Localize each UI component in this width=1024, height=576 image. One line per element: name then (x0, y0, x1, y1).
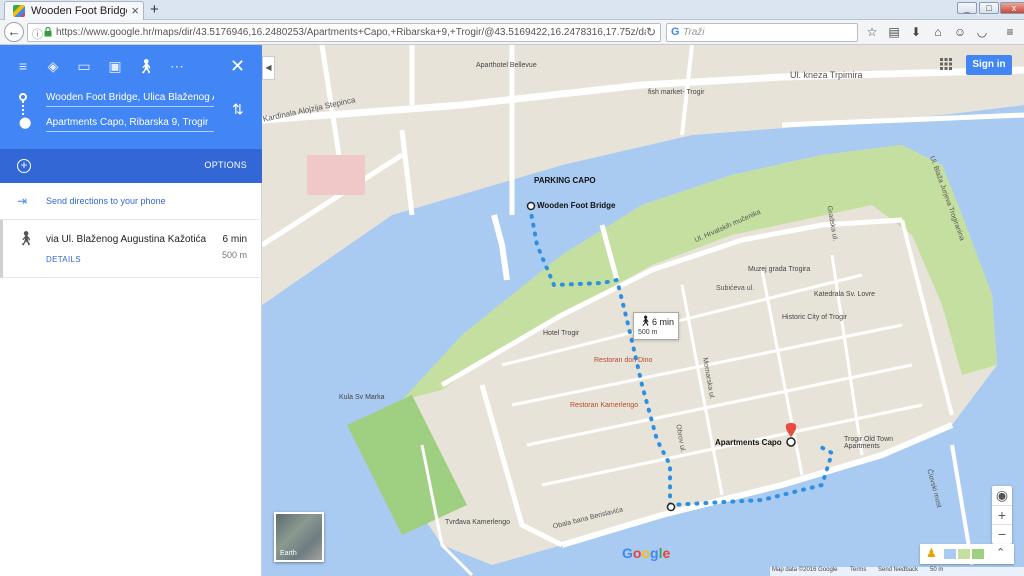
maximize-button[interactable]: □ (979, 2, 999, 14)
browser-tab[interactable]: Wooden Foot Bridge, Ulica... × (4, 1, 144, 20)
scale-label[interactable]: 50 m (930, 567, 943, 573)
info-icon[interactable]: ⓘ (32, 26, 43, 42)
walking-icon[interactable]: 🚶︎ (137, 57, 155, 75)
kula-label[interactable]: Kula Sv Marka (339, 394, 385, 401)
url-bar[interactable]: ⓘ https://www.google.hr/maps/dir/43.5176… (27, 23, 661, 42)
ul-kneza-label: Ul. kneza Trpimira (790, 70, 863, 80)
origin-circle-icon (19, 93, 27, 101)
route-time: 6 min (222, 234, 247, 245)
hamburger-menu-icon[interactable]: ≡ (14, 57, 32, 75)
hotel-trogir-label[interactable]: Hotel Trogir (543, 330, 579, 337)
popup-walking-icon: 🚶︎ (639, 316, 652, 327)
zoom-out-button[interactable]: − (992, 524, 1012, 542)
aparthotel-label[interactable]: Aparthotel Bellevue (476, 62, 537, 69)
subiceva-label: Subićeva ul. (716, 285, 755, 292)
search-engine-icon[interactable]: G (671, 26, 680, 38)
more-modes-icon[interactable]: ⋯ (168, 57, 186, 75)
katedrala-label[interactable]: Katedrala Sv. Lovre (814, 291, 875, 298)
origin-input[interactable]: Wooden Foot Bridge, Ulica Blaženog Au... (46, 92, 214, 107)
destination-pin-icon: ⬤ (19, 117, 32, 129)
restoran-kamerlengo-label[interactable]: Restoran Kamerlengo (570, 402, 638, 409)
expand-icon[interactable]: ⌃ (996, 546, 1005, 559)
zoom-controls: ◉ + − (992, 486, 1012, 544)
apartments-capo-label[interactable]: Apartments Capo (715, 438, 782, 447)
menu-icon[interactable]: ≡ (1002, 24, 1018, 40)
map-data-text: Map data ©2016 Google (772, 567, 838, 573)
send-to-phone-icon: ⇥ (17, 194, 28, 208)
send-to-phone-link[interactable]: Send directions to your phone (46, 196, 166, 206)
destination-input[interactable]: Apartments Capo, Ribarska 9, Trogir (46, 117, 214, 132)
muzej-label[interactable]: Muzej grada Trogira (748, 266, 810, 273)
sign-in-button[interactable]: Sign in (966, 55, 1012, 75)
options-button[interactable]: OPTIONS (204, 160, 247, 170)
route-distance: 500 m (221, 250, 247, 260)
zoom-in-button[interactable]: + (992, 505, 1012, 523)
options-bar: + OPTIONS (0, 149, 262, 183)
satellite-thumb-icon[interactable] (972, 549, 984, 559)
historic-city-label[interactable]: Historic City of Trogir (782, 314, 847, 321)
reload-icon[interactable]: ↻ (646, 25, 656, 39)
map-footer: Map data ©2016 Google Terms Send feedbac… (770, 567, 1024, 576)
fish-market-label[interactable]: fish market- Trogir (648, 89, 704, 96)
route-dots-icon (22, 101, 24, 115)
details-link[interactable]: DETAILS (46, 255, 81, 264)
map-canvas[interactable]: fish market- Trogir Aparthotel Bellevue … (262, 45, 1024, 576)
popup-time: 6 min (652, 317, 675, 327)
close-directions-icon[interactable]: ✕ (230, 56, 245, 77)
home-icon[interactable]: ⌂ (930, 24, 946, 40)
navigation-toolbar: ← ⓘ https://www.google.hr/maps/dir/43.51… (0, 20, 1024, 45)
apps-grid-icon[interactable] (940, 58, 952, 70)
download-icon[interactable]: ⬇ (908, 24, 924, 40)
new-tab-button[interactable]: + (150, 1, 159, 18)
earth-view-button[interactable]: Earth (274, 512, 324, 562)
search-placeholder: Traži (683, 27, 705, 38)
directions-sidebar: ≡ ◈ ▭ ▣ 🚶︎ ⋯ ✕ Wooden Foot Bridge, Ulica… (0, 45, 262, 576)
bookmark-star-icon[interactable]: ☆ (864, 24, 880, 40)
transit-icon[interactable]: ▣ (106, 57, 124, 75)
popup-distance: 500 m (638, 329, 658, 336)
minimize-button[interactable]: _ (957, 2, 977, 14)
collapse-sidebar-button[interactable]: ◀ (262, 56, 275, 80)
earth-label: Earth (280, 550, 297, 557)
url-text[interactable]: https://www.google.hr/maps/dir/43.517694… (56, 27, 646, 38)
add-destination-icon[interactable]: + (17, 159, 31, 173)
map-graphics (262, 45, 1024, 576)
route-popup[interactable]: 🚶︎ 6 min 500 m (633, 312, 679, 340)
tab-close-icon[interactable]: × (131, 3, 139, 18)
directions-header: ≡ ◈ ▭ ▣ 🚶︎ ⋯ ✕ Wooden Foot Bridge, Ulica… (0, 45, 262, 183)
old-town-apartments-label[interactable]: Trogir Old Town Apartments (844, 436, 904, 450)
route-via: via Ul. Blaženog Augustina Kažotića (46, 234, 207, 245)
best-route-icon[interactable]: ◈ (44, 57, 62, 75)
lock-icon (44, 27, 52, 37)
parking-capo-label[interactable]: PARKING CAPO (534, 176, 596, 185)
window-close-button[interactable]: x (1000, 2, 1024, 14)
terrain-thumb-icon[interactable] (958, 549, 970, 559)
wooden-bridge-label[interactable]: Wooden Foot Bridge (537, 201, 616, 210)
google-logo: Google (622, 545, 671, 561)
pegman-icon[interactable]: ♟ (926, 546, 937, 560)
route-option[interactable]: 🚶︎ via Ul. Blaženog Augustina Kažotića 6… (0, 220, 262, 278)
feedback-link[interactable]: Send feedback (878, 567, 918, 573)
pocket-icon[interactable]: ◡ (974, 24, 990, 40)
restoran-dino-label[interactable]: Restoran don Dino (594, 357, 652, 364)
reading-list-icon[interactable]: ▤ (886, 24, 902, 40)
walking-route-icon: 🚶︎ (17, 230, 35, 246)
back-button[interactable]: ← (4, 22, 24, 42)
send-to-phone-row[interactable]: ⇥ Send directions to your phone (0, 183, 262, 220)
tvrdava-label[interactable]: Tvrđava Kamerlengo (445, 519, 510, 526)
map-layer-controls[interactable]: ♟ ⌃ (920, 544, 1014, 564)
terms-link[interactable]: Terms (850, 567, 866, 573)
search-input[interactable]: G Traži (666, 23, 858, 42)
title-bar: Wooden Foot Bridge, Ulica... × + _ □ x (0, 0, 1024, 20)
chat-icon[interactable]: ☺ (952, 24, 968, 40)
layer-thumb-icon[interactable] (944, 549, 956, 559)
car-icon[interactable]: ▭ (75, 57, 93, 75)
maps-favicon-icon (13, 5, 25, 17)
swap-directions-icon[interactable]: ⇅ (232, 101, 244, 118)
my-location-icon[interactable]: ◉ (992, 486, 1012, 504)
tab-title: Wooden Foot Bridge, Ulica... (31, 5, 127, 17)
